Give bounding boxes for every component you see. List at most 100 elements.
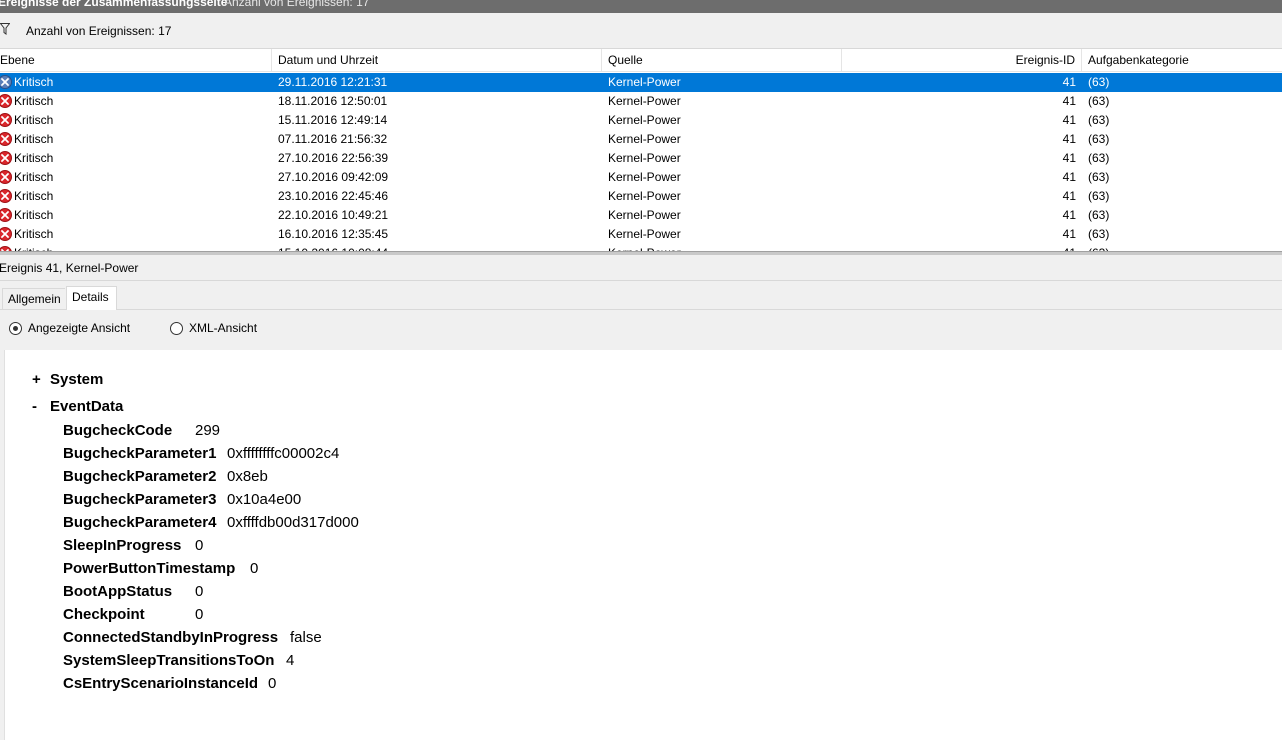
row-source: Kernel-Power	[608, 113, 681, 127]
eventdata-key: ConnectedStandbyInProgress	[63, 629, 279, 646]
summary-event-count: Anzahl von Ereignissen: 17	[224, 0, 370, 9]
tab-details[interactable]: Details	[66, 286, 117, 311]
critical-error-icon	[0, 170, 12, 184]
row-level: Kritisch	[0, 206, 272, 225]
row-level-label: Kritisch	[14, 227, 54, 241]
row-task-category: (63)	[1088, 170, 1110, 184]
eventdata-key: BugcheckParameter1	[63, 445, 217, 462]
row-level: Kritisch	[0, 168, 272, 187]
row-event-id: 41	[1062, 132, 1076, 146]
critical-error-icon	[0, 208, 12, 222]
eventdata-key: BugcheckParameter3	[63, 491, 217, 508]
event-details-panel: + System - EventData BugcheckCode 299 Bugche…	[18, 350, 1282, 740]
eventdata-item: BugcheckCode 299	[63, 422, 220, 444]
row-level-label: Kritisch	[14, 244, 53, 251]
event-count-label: Anzahl von Ereignissen: 17	[26, 24, 172, 38]
eventdata-value: 299	[195, 422, 221, 439]
row-level: Kritisch	[0, 92, 272, 111]
row-level-label: Kritisch	[14, 170, 54, 184]
events-table: Ebene Datum und Uhrzeit Quelle Ereignis-…	[0, 49, 1282, 251]
eventdata-key: Checkpoint	[63, 606, 145, 623]
row-source: Kernel-Power	[608, 227, 681, 241]
eventdata-item: CsEntryScenarioInstanceId 0	[63, 675, 276, 697]
tree-node-eventdata[interactable]: - EventData	[32, 398, 123, 415]
row-datetime: 07.11.2016 21:56:32	[278, 132, 388, 146]
tab-general[interactable]: Allgemein	[2, 288, 65, 310]
filter-bar: Anzahl von Ereignissen: 17	[0, 13, 1282, 49]
event-detail-title: Ereignis 41, Kernel-Power	[0, 261, 139, 275]
eventdata-item: BootAppStatus 0	[63, 583, 203, 605]
row-event-id: 41	[1062, 151, 1076, 165]
row-event-id: 41	[1062, 189, 1076, 203]
row-task-category: (63)	[1088, 151, 1110, 165]
row-level: Kritisch	[0, 111, 272, 130]
row-event-id: 41	[1062, 113, 1076, 127]
filter-icon[interactable]	[0, 23, 11, 35]
eventdata-item: PowerButtonTimestamp 0	[63, 560, 258, 582]
column-header-level[interactable]: Ebene	[0, 49, 272, 72]
row-datetime: 29.11.2016 12:21:31	[278, 75, 388, 89]
row-level: Kritisch	[0, 130, 272, 149]
radio-xml-view-label: XML-Ansicht	[189, 321, 258, 335]
row-datetime: 22.10.2016 10:49:21	[278, 208, 389, 222]
detail-tabs: Allgemein Details	[0, 281, 1282, 311]
expand-icon[interactable]: +	[32, 371, 50, 388]
row-datetime: 27.10.2016 22:56:39	[278, 151, 389, 165]
eventdata-key: BootAppStatus	[63, 583, 173, 600]
event-detail-header: Ereignis 41, Kernel-Power	[0, 255, 1282, 281]
table-row[interactable]: Kritisch 29.11.2016 12:21:31 Kernel-Power 4…	[0, 73, 1282, 92]
collapse-icon[interactable]: -	[32, 398, 50, 415]
column-header-event-id[interactable]: Ereignis-ID	[842, 49, 1082, 72]
critical-error-icon	[0, 113, 12, 127]
eventdata-item: Checkpoint 0	[63, 606, 203, 628]
critical-error-icon	[0, 94, 12, 108]
row-source: Kernel-Power	[608, 170, 681, 184]
eventdata-value: 0xffffffffc00002c4	[227, 445, 340, 462]
column-header-source[interactable]: Quelle	[602, 49, 842, 72]
row-task-category: (63)	[1088, 113, 1110, 127]
table-row[interactable]: Kritisch 16.10.2016 12:35:45 Kernel-Power 4…	[0, 225, 1282, 244]
table-row[interactable]: Kritisch 18.11.2016 12:50:01 Kernel-Power 4…	[0, 92, 1282, 111]
table-row[interactable]: Kritisch 23.10.2016 22:45:46 Kernel-Power 4…	[0, 187, 1282, 206]
table-row[interactable]: Kritisch 22.10.2016 10:49:21 Kernel-Power 4…	[0, 206, 1282, 225]
critical-error-icon	[0, 151, 12, 165]
table-row[interactable]: Kritisch 15.10.2016 10:08:44 Kernel-Power 4…	[0, 244, 1282, 251]
row-event-id: 41	[1062, 170, 1076, 184]
row-task-category: (63)	[1088, 94, 1110, 108]
row-event-id: 41	[842, 244, 1076, 251]
eventdata-value: 0xffffdb00d317d000	[227, 514, 359, 531]
row-level: Kritisch	[0, 149, 272, 168]
details-left-border	[4, 350, 18, 740]
row-datetime: 15.11.2016 12:49:14	[278, 113, 388, 127]
row-task-category: (63)	[1088, 208, 1110, 222]
row-datetime: 27.10.2016 09:42:09	[278, 170, 389, 184]
row-event-id: 41	[1062, 227, 1076, 241]
row-task-category: (63)	[1088, 75, 1110, 89]
row-task-category: (63)	[1088, 132, 1110, 146]
radio-friendly-view-label: Angezeigte Ansicht	[28, 321, 131, 335]
radio-friendly-view[interactable]: Angezeigte Ansicht	[9, 321, 149, 338]
radio-button[interactable]	[170, 322, 183, 335]
row-event-id: 41	[1062, 75, 1076, 89]
row-level-label: Kritisch	[14, 94, 54, 108]
eventdata-value: 0	[195, 583, 204, 600]
eventdata-key: BugcheckParameter2	[63, 468, 217, 485]
table-rows: Kritisch 29.11.2016 12:21:31 Kernel-Power 4…	[0, 73, 1282, 251]
column-header-datetime[interactable]: Datum und Uhrzeit	[272, 49, 602, 72]
table-row[interactable]: Kritisch 07.11.2016 21:56:32 Kernel-Power 4…	[0, 130, 1282, 149]
table-row[interactable]: Kritisch 15.11.2016 12:49:14 Kernel-Power 4…	[0, 111, 1282, 130]
radio-button-selected[interactable]	[9, 322, 22, 335]
table-row[interactable]: Kritisch 27.10.2016 09:42:09 Kernel-Power 4…	[0, 168, 1282, 187]
table-row[interactable]: Kritisch 27.10.2016 22:56:39 Kernel-Power 4…	[0, 149, 1282, 168]
eventdata-value: 0	[195, 537, 204, 554]
tree-node-system[interactable]: + System	[32, 371, 103, 388]
eventdata-value: 0	[268, 675, 277, 692]
row-level-label: Kritisch	[14, 132, 54, 146]
row-event-id: 41	[1062, 94, 1076, 108]
eventdata-key: SleepInProgress	[63, 537, 182, 554]
row-source: Kernel-Power	[608, 244, 681, 251]
eventdata-item: BugcheckParameter1 0xffffffffc00002c4	[63, 445, 339, 467]
radio-xml-view[interactable]: XML-Ansicht	[170, 321, 290, 338]
row-source: Kernel-Power	[608, 208, 681, 222]
column-header-task-category[interactable]: Aufgabenkategorie	[1082, 49, 1282, 72]
